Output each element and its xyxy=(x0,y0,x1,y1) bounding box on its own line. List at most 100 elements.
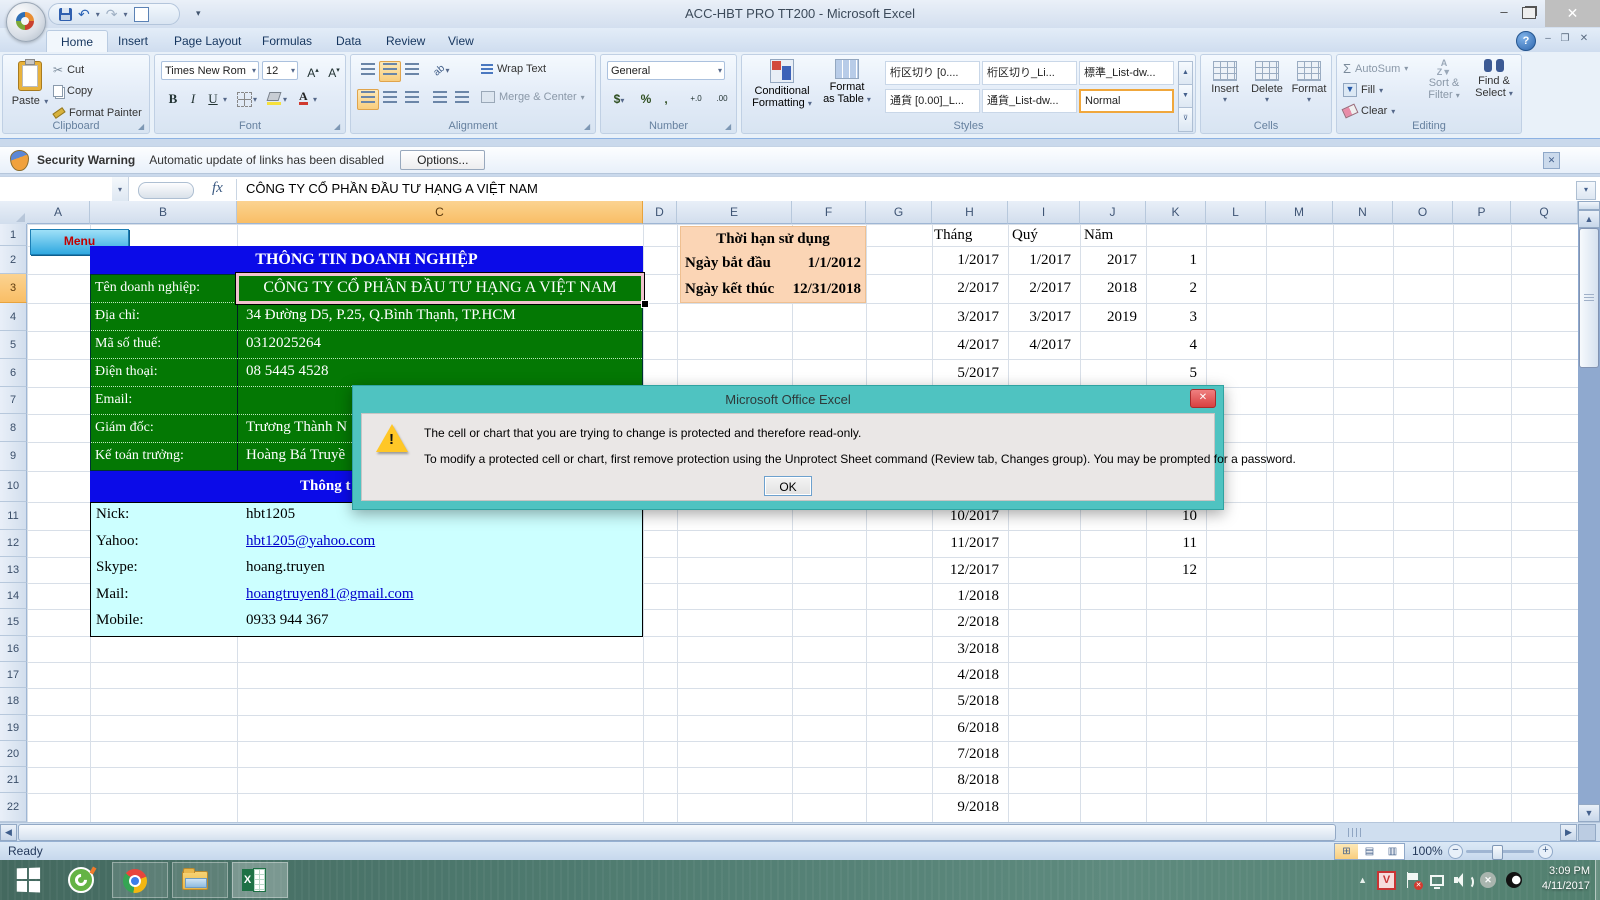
sheet-cell[interactable]: 2018 xyxy=(1080,274,1143,303)
horizontal-scroll-thumb[interactable] xyxy=(18,824,1336,841)
row-header-3[interactable]: 3 xyxy=(0,274,27,303)
tab-formulas[interactable]: Formulas xyxy=(248,30,326,52)
row-header-10[interactable]: 10 xyxy=(0,471,27,502)
worksheet[interactable]: 9/20188/20187/20186/20185/20184/20183/20… xyxy=(0,201,1600,822)
format-painter-button[interactable]: Format Painter xyxy=(53,107,142,119)
row-header-6[interactable]: 6 xyxy=(0,359,27,387)
sheet-cell[interactable]: 3 xyxy=(1146,303,1203,331)
row-header-16[interactable]: 16 xyxy=(0,636,27,662)
redo-icon[interactable]: ↷ xyxy=(106,7,118,21)
row-header-21[interactable]: 21 xyxy=(0,767,27,793)
table-row[interactable]: Skype: hoang.truyen xyxy=(91,556,642,583)
normal-view-button[interactable]: ⊞ xyxy=(1335,844,1358,859)
volume-icon[interactable] xyxy=(1454,873,1470,887)
borders-dropdown-icon[interactable]: ▾ xyxy=(253,95,257,104)
table-row[interactable]: Mail: hoangtruyen81@gmail.com xyxy=(91,583,642,610)
underline-dropdown-icon[interactable]: ▾ xyxy=(223,95,227,104)
copy-button[interactable]: Copy xyxy=(53,85,93,97)
sort-filter-button[interactable]: AZ▼ Sort & Filter ▾ xyxy=(1421,59,1467,101)
help-icon[interactable]: ? xyxy=(1516,31,1536,51)
column-header-C[interactable]: C xyxy=(237,201,643,224)
sheet-cell[interactable]: 1/2017 xyxy=(1008,246,1077,274)
table-row[interactable]: Điện thoại: 08 5445 4528 xyxy=(91,359,642,387)
style-cell[interactable]: 通貨 [0.00]_L... xyxy=(885,89,980,113)
chrome-icon[interactable] xyxy=(123,869,147,893)
accounting-format-button[interactable]: $▾ xyxy=(607,89,631,110)
row-header-9[interactable]: 9 xyxy=(0,442,27,471)
wrap-text-button[interactable]: Wrap Text xyxy=(481,63,546,75)
insert-cells-button[interactable]: Insert ▾ xyxy=(1205,61,1245,104)
increase-decimal-button[interactable]: +.0 xyxy=(683,89,709,110)
cut-button[interactable]: ✂ Cut xyxy=(53,63,84,77)
horizontal-scrollbar[interactable]: ◀ ▶ xyxy=(0,822,1600,842)
column-header-Q[interactable]: Q xyxy=(1511,201,1578,224)
phone-value[interactable]: 08 5445 4528 xyxy=(238,359,642,386)
row-header-7[interactable]: 7 xyxy=(0,387,27,414)
sheet-cell[interactable]: 4 xyxy=(1146,331,1203,359)
style-cell[interactable]: 桁区切り [0.... xyxy=(885,61,980,85)
decrease-decimal-button[interactable]: .00 xyxy=(709,89,735,110)
column-header-B[interactable]: B xyxy=(90,201,237,224)
tab-review[interactable]: Review xyxy=(372,30,439,52)
save-icon[interactable] xyxy=(59,8,72,21)
font-name-combo[interactable]: Times New Rom ▾ xyxy=(161,61,259,80)
column-header-I[interactable]: I xyxy=(1008,201,1080,224)
sheet-cell[interactable]: 11/2017 xyxy=(932,530,1005,557)
zoom-level[interactable]: 100% xyxy=(1412,844,1443,858)
column-header-P[interactable]: P xyxy=(1453,201,1511,224)
sheet-cell[interactable]: 2/2017 xyxy=(932,274,1005,303)
sheet-cell[interactable]: 1/2017 xyxy=(932,246,1005,274)
customize-qat-icon[interactable]: ▾ xyxy=(196,8,201,19)
start-button[interactable] xyxy=(17,868,40,893)
window-close-button[interactable]: ✕ xyxy=(1545,0,1600,27)
sheet-cell[interactable]: 8/2018 xyxy=(932,767,1005,793)
column-header-H[interactable]: H xyxy=(932,201,1008,224)
delete-cells-button[interactable]: Delete ▾ xyxy=(1247,61,1287,104)
orientation-button[interactable]: ab▾ xyxy=(429,61,455,82)
sheet-cell[interactable]: 9/2018 xyxy=(932,793,1005,822)
tax-code-value[interactable]: 0312025264 xyxy=(238,331,642,358)
file-explorer-icon[interactable] xyxy=(182,871,208,890)
scroll-up-icon[interactable]: ▲ xyxy=(1578,210,1600,228)
sheet-cell[interactable]: 2 xyxy=(1146,274,1203,303)
format-as-table-button[interactable]: Format as Table ▾ xyxy=(818,59,876,105)
row-header-18[interactable]: 18 xyxy=(0,688,27,715)
window-minimize-button[interactable]: – xyxy=(1496,7,1512,21)
formula-bar-value[interactable]: CÔNG TY CỔ PHẦN ĐẦU TƯ HẠNG A VIỆT NAM xyxy=(246,181,538,196)
yahoo-link[interactable]: hbt1205@yahoo.com xyxy=(238,530,642,557)
row-header-1[interactable]: 1 xyxy=(0,224,27,246)
coccoc-browser-icon[interactable] xyxy=(68,867,94,893)
workbook-minimize-button[interactable]: – xyxy=(1541,33,1555,46)
style-cell-selected[interactable]: Normal xyxy=(1079,89,1174,113)
workbook-close-button[interactable]: ✕ xyxy=(1577,33,1591,46)
align-left-button[interactable] xyxy=(357,89,379,110)
column-header-D[interactable]: D xyxy=(643,201,677,224)
sheet-cell[interactable]: 4/2017 xyxy=(932,331,1005,359)
undo-dropdown-icon[interactable]: ▾ xyxy=(96,10,100,19)
column-header-A[interactable]: A xyxy=(27,201,90,224)
sheet-cell[interactable]: 3/2017 xyxy=(1008,303,1077,331)
format-cells-button[interactable]: Format ▾ xyxy=(1289,61,1329,104)
bold-button[interactable]: B xyxy=(163,89,183,110)
sheet-cell[interactable]: 2/2017 xyxy=(1008,274,1077,303)
vertical-split-box[interactable] xyxy=(1578,201,1600,210)
sheet-cell[interactable]: 2017 xyxy=(1080,246,1143,274)
table-row[interactable]: Yahoo: hbt1205@yahoo.com xyxy=(91,530,642,557)
ok-button[interactable]: OK xyxy=(764,476,812,496)
sheet-cell[interactable]: 12 xyxy=(1146,557,1203,583)
select-all-button[interactable] xyxy=(0,201,28,225)
zoom-in-button[interactable]: + xyxy=(1538,844,1553,859)
clear-button[interactable]: Clear ▾ xyxy=(1343,105,1395,117)
company-name-value[interactable]: CÔNG TY CỔ PHẦN ĐẦU TƯ HẠNG A VIỆT NAM xyxy=(238,275,642,302)
comma-style-button[interactable]: , xyxy=(657,89,675,110)
italic-button[interactable]: I xyxy=(183,89,203,110)
autosum-button[interactable]: Σ AutoSum ▾ xyxy=(1343,61,1408,76)
table-row[interactable]: Mobile: 0933 944 367 xyxy=(91,609,642,636)
scroll-down-icon[interactable]: ▼ xyxy=(1578,804,1600,822)
ime-language-icon[interactable] xyxy=(1506,872,1522,888)
increase-indent-button[interactable] xyxy=(451,89,473,110)
tray-expand-icon[interactable]: ▲ xyxy=(1358,875,1367,885)
font-size-combo[interactable]: 12 ▾ xyxy=(262,61,298,80)
sheet-cell[interactable]: 5 xyxy=(1146,359,1203,387)
font-color-dropdown-icon[interactable]: ▾ xyxy=(313,95,317,104)
